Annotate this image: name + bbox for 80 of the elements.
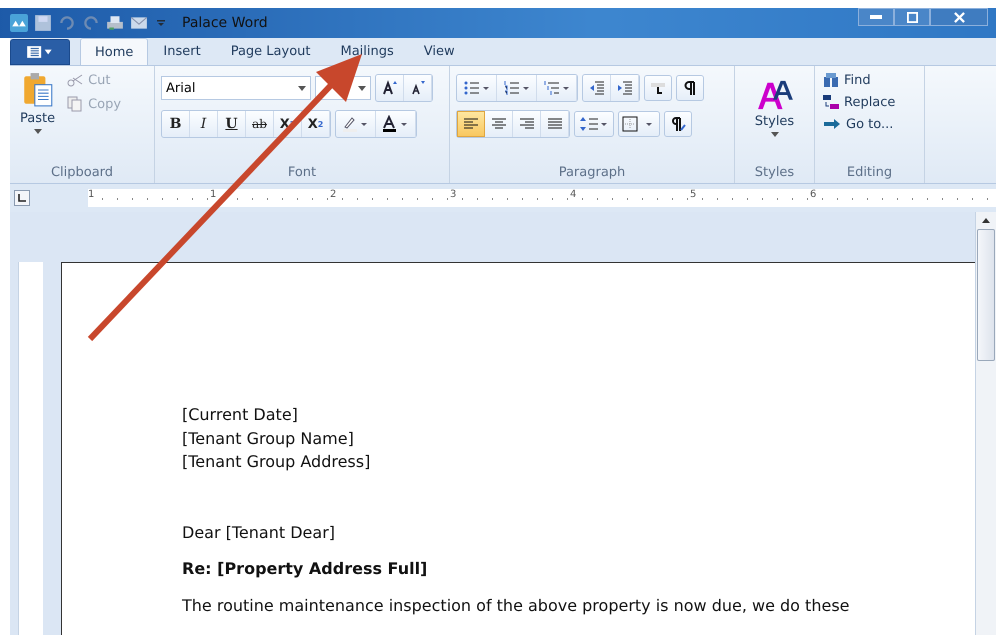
group-label: Clipboard — [50, 165, 114, 182]
replace-button[interactable]: Replace — [821, 92, 918, 112]
scroll-thumb[interactable] — [977, 229, 995, 361]
ribbon-tab[interactable]: View — [408, 38, 470, 65]
line-spacing-button[interactable] — [574, 111, 614, 137]
replace-icon — [823, 94, 839, 110]
bullet-list-icon — [462, 80, 490, 96]
find-button[interactable]: Find — [821, 70, 918, 90]
pilcrow-icon — [682, 80, 698, 96]
group-label: Styles — [754, 165, 796, 182]
multilevel-list-icon — [542, 80, 570, 96]
close-button[interactable] — [930, 8, 988, 26]
document-text: [Current Date] — [182, 404, 299, 426]
ribbon-tab[interactable]: Page Layout — [216, 38, 326, 65]
decrease-indent-icon — [588, 80, 604, 96]
application-menu-button[interactable] — [10, 39, 70, 65]
font-color-icon — [382, 115, 410, 133]
clipboard-icon — [22, 72, 54, 108]
numbered-list-icon — [502, 80, 530, 96]
styles-button[interactable]: Styles — [748, 78, 800, 165]
ruler-number: 1 — [210, 189, 216, 200]
ribbon-tab[interactable]: Mailings — [325, 38, 409, 65]
ruler-number: 5 — [690, 189, 696, 200]
shading-icon — [670, 116, 686, 132]
ribbon-tab[interactable]: Home — [80, 38, 148, 65]
ruler-number: 4 — [570, 189, 576, 200]
document-text: Dear [Tenant Dear] — [182, 522, 336, 544]
ruler-number: 6 — [810, 189, 816, 200]
goto-button[interactable]: Go to... — [821, 114, 918, 134]
ruler-number: 1 — [88, 189, 94, 200]
tab-selector-button[interactable] — [14, 190, 30, 206]
window-title: Palace Word — [182, 15, 268, 31]
scissors-icon — [67, 72, 84, 88]
document-text: [Tenant Group Address] — [182, 451, 372, 473]
left-tab-icon — [18, 194, 26, 202]
caret-icon — [358, 86, 366, 90]
minimize-icon — [870, 15, 882, 19]
format-button[interactable]: U — [218, 111, 246, 137]
maximize-button[interactable] — [894, 8, 930, 26]
group-label: Paragraph — [558, 165, 626, 182]
printer-icon[interactable] — [106, 14, 124, 32]
borders-button[interactable] — [618, 111, 660, 137]
format-button[interactable]: ab — [246, 111, 274, 137]
copy-icon — [67, 96, 84, 112]
show-marks-button[interactable] — [676, 75, 704, 101]
highlighter-icon — [342, 116, 370, 132]
left-align-button[interactable] — [457, 111, 485, 137]
save-icon[interactable] — [34, 14, 52, 32]
shrink-font-icon — [410, 80, 426, 96]
close-icon — [954, 12, 964, 22]
caret-icon — [298, 86, 306, 90]
sort-button[interactable] — [644, 75, 672, 101]
app-icon[interactable] — [10, 14, 28, 32]
document-text: [Tenant Group Name] — [182, 428, 355, 450]
ruler-number: 2 — [330, 189, 336, 200]
caret-icon — [34, 129, 42, 134]
ribbon-tab[interactable]: Insert — [148, 38, 216, 65]
format-button[interactable]: X$^{2}$ — [302, 111, 330, 137]
paste-button[interactable]: Paste — [16, 70, 60, 165]
styles-icon — [756, 79, 794, 111]
document-text: The routine maintenance inspection of the above property is now due, we do these — [182, 594, 850, 616]
arrow-icon — [823, 116, 841, 132]
minimize-button[interactable] — [858, 8, 894, 26]
scroll-up-icon[interactable] — [982, 218, 990, 223]
format-button[interactable]: B — [162, 111, 190, 137]
ruler-number: 3 — [450, 189, 456, 200]
group-label: Editing — [846, 165, 894, 182]
maximize-icon — [906, 12, 918, 22]
caret-icon — [770, 132, 778, 137]
group-label: Font — [286, 165, 318, 182]
line-spacing-icon — [580, 116, 608, 132]
document-text: Re: [Property Address Full] — [182, 558, 428, 580]
font-family-dropdown[interactable]: Arial — [161, 76, 311, 100]
format-button[interactable]: I — [190, 111, 218, 137]
binoculars-icon — [823, 72, 839, 88]
vertical-scrollbar[interactable] — [975, 212, 996, 635]
grow-font-icon — [382, 80, 398, 96]
shading-button[interactable] — [664, 111, 692, 137]
increase-indent-icon — [616, 80, 632, 96]
document-icon — [26, 45, 54, 59]
